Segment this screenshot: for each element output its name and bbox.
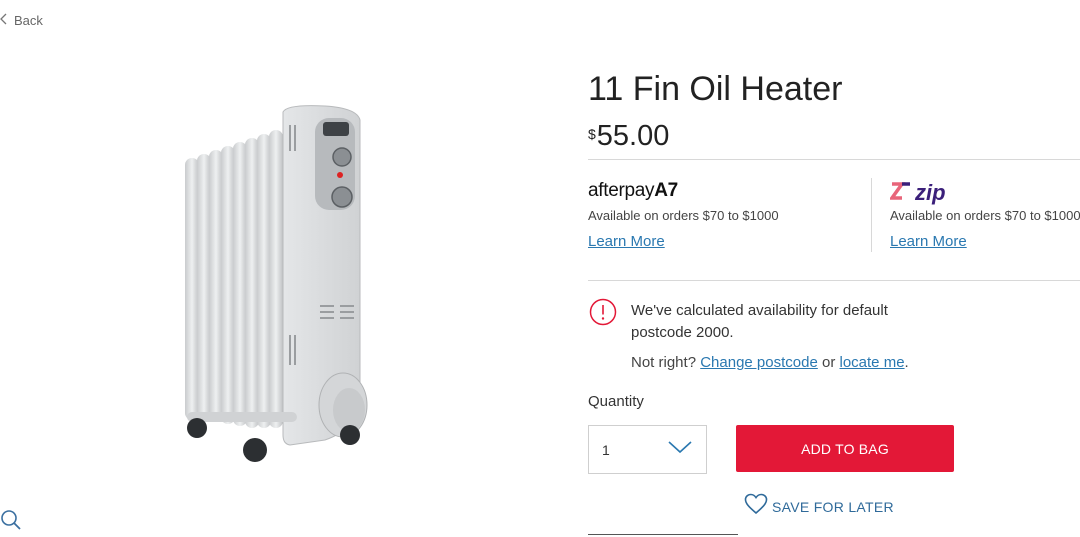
zip-learn-more-link[interactable]: Learn More xyxy=(890,233,967,250)
availability-message: We've calculated availability for defaul… xyxy=(631,302,888,341)
afterpay-logo: afterpayA7 xyxy=(588,180,678,202)
search-icon[interactable] xyxy=(0,508,24,532)
locate-me-link[interactable]: locate me xyxy=(840,354,905,371)
product-title: 11 Fin Oil Heater xyxy=(588,70,843,108)
or-label: or xyxy=(821,354,836,371)
price-amount: 55.00 xyxy=(596,120,670,152)
save-for-later-label: SAVE FOR LATER xyxy=(772,498,894,515)
save-for-later-button[interactable]: SAVE FOR LATER xyxy=(744,493,894,520)
product-price: $ 55.00 xyxy=(588,120,669,153)
divider xyxy=(588,159,1080,160)
period: . xyxy=(904,354,909,371)
chevron-left-icon xyxy=(0,13,8,28)
afterpay-availability: Available on orders $70 to $1000 xyxy=(588,208,779,223)
heart-icon xyxy=(744,493,768,520)
back-label: Back xyxy=(14,13,43,28)
zip-logo: zip xyxy=(888,180,946,206)
zip-mark-icon xyxy=(888,181,912,205)
afterpay-learn-more-link[interactable]: Learn More xyxy=(588,233,665,250)
quantity-value: 1 xyxy=(602,441,610,458)
back-link[interactable]: Back xyxy=(0,13,43,28)
divider-vertical xyxy=(871,178,872,252)
quantity-select[interactable]: 1 xyxy=(588,425,707,474)
price-currency: $ xyxy=(588,126,596,142)
afterpay-brand: afterpay xyxy=(588,180,655,201)
alert-circle-icon xyxy=(589,298,617,326)
divider xyxy=(588,280,1080,281)
change-postcode-link[interactable]: Change postcode xyxy=(700,354,818,371)
zip-brand: zip xyxy=(915,180,946,205)
zip-availability: Available on orders $70 to $1000 xyxy=(890,208,1080,223)
quantity-label: Quantity xyxy=(588,393,644,410)
chevron-down-icon xyxy=(668,440,692,459)
divider xyxy=(588,534,738,535)
postcode-prompt: Not right? Change postcode or locate me. xyxy=(631,354,909,371)
afterpay-mark: A7 xyxy=(654,180,678,201)
product-image xyxy=(175,100,375,470)
add-to-bag-button[interactable]: ADD TO BAG xyxy=(736,425,954,472)
postcode-prompt-label: Not right? xyxy=(631,354,697,371)
